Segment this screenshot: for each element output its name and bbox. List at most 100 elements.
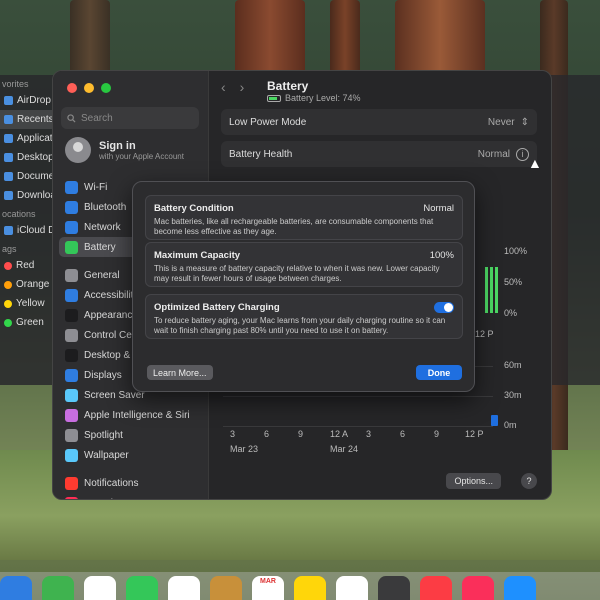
low-power-mode-select[interactable]: Never ⇕	[488, 117, 529, 128]
dock-app-icon[interactable]	[504, 576, 536, 600]
tag-dot-icon	[4, 280, 12, 289]
battery-condition-card: Battery Condition Normal Mac batteries, …	[145, 195, 463, 240]
dock-app-icon[interactable]	[294, 576, 326, 600]
sidebar-item-label: Battery	[84, 241, 116, 253]
pct-label-0: 0%	[504, 308, 518, 318]
zoom-button[interactable]	[101, 83, 111, 93]
wifi-icon	[65, 180, 78, 194]
sidebar-item-wallpaper[interactable]: Wallpaper	[59, 445, 203, 465]
sidebar-item-label: Wallpaper	[84, 449, 129, 461]
battery-health-label: Battery Health	[229, 148, 293, 160]
finder-tag-item[interactable]: Orange	[0, 275, 60, 294]
level-bar	[495, 267, 498, 313]
time-label-60m: 60m	[504, 360, 522, 370]
sidebar-item-apple-intelligence-siri[interactable]: Apple Intelligence & Siri	[59, 405, 203, 425]
dock-app-icon[interactable]	[168, 576, 200, 600]
sign-in-item[interactable]: Sign in with your Apple Account	[65, 137, 184, 163]
pct-label-50: 50%	[504, 277, 523, 287]
learn-more-button[interactable]: Learn More...	[147, 365, 213, 380]
grid-line	[223, 426, 493, 427]
dock-app-icon[interactable]	[336, 576, 368, 600]
sidebar-item-label: Apple Intelligence & Siri	[84, 409, 190, 421]
maximum-capacity-card: Maximum Capacity 100% This is a measure …	[145, 242, 463, 287]
sign-in-title: Sign in	[99, 139, 136, 152]
finder-tag-item[interactable]: Yellow	[0, 294, 60, 313]
finder-item[interactable]: AirDrop	[0, 91, 60, 110]
x-label: 3	[366, 429, 372, 439]
search-input[interactable]: Search	[61, 107, 199, 129]
battery-condition-value: Normal	[423, 203, 454, 214]
notifications-icon	[65, 476, 78, 490]
sidebar-item-spotlight[interactable]: Spotlight	[59, 425, 203, 445]
finder-item[interactable]: Download	[0, 186, 60, 205]
folder-icon	[4, 191, 13, 200]
finder-item-label: Yellow	[16, 298, 45, 309]
close-button[interactable]	[67, 83, 77, 93]
options-button[interactable]: Options...	[446, 473, 501, 489]
time-label-30m: 30m	[504, 390, 522, 400]
dock-app-icon[interactable]	[42, 576, 74, 600]
battery-icon	[65, 240, 78, 254]
dock-app-icon[interactable]	[462, 576, 494, 600]
dock-app-icon[interactable]	[0, 576, 32, 600]
dock-app-icon[interactable]	[210, 576, 242, 600]
grid-line	[223, 396, 493, 397]
finder-tag-item[interactable]: Red	[0, 256, 60, 275]
displays-icon	[65, 368, 78, 382]
sidebar-item-notifications[interactable]: Notifications	[59, 473, 203, 493]
back-arrow-icon[interactable]: ‹	[221, 79, 226, 95]
low-power-mode-label: Low Power Mode	[229, 116, 307, 128]
battery-level-text: Battery Level: 74%	[285, 93, 361, 103]
battery-condition-description: Mac batteries, like all rechargeable bat…	[154, 217, 434, 236]
finder-tag-item[interactable]: Green	[0, 313, 60, 332]
forward-arrow-icon[interactable]: ›	[240, 79, 245, 95]
tag-dot-icon	[4, 299, 12, 308]
appearance-icon	[65, 308, 78, 322]
dock-calendar-icon[interactable]: MAR	[252, 576, 284, 600]
finder-section-tags: ags	[2, 244, 17, 254]
sidebar-item-label: Spotlight	[84, 429, 123, 441]
help-button[interactable]: ?	[521, 473, 537, 489]
finder-item[interactable]: Desktop	[0, 148, 60, 167]
finder-item[interactable]: iCloud Driv	[0, 221, 60, 240]
dock-app-icon[interactable]	[420, 576, 452, 600]
folder-icon	[4, 96, 13, 105]
optimized-charging-title: Optimized Battery Charging	[154, 302, 280, 313]
battery-health-dialog: Battery Condition Normal Mac batteries, …	[132, 181, 475, 392]
sidebar-item-label: Screen Saver	[84, 389, 145, 401]
optimized-charging-toggle[interactable]	[434, 302, 454, 313]
gear-icon	[65, 268, 78, 282]
dock-app-icon[interactable]	[378, 576, 410, 600]
finder-section-locations: ocations	[2, 209, 36, 219]
dock-app-icon[interactable]	[84, 576, 116, 600]
time-label-0m: 0m	[504, 420, 517, 430]
sidebar-item-label: Displays	[84, 369, 122, 381]
sidebar-item-label: Wi-Fi	[84, 181, 108, 193]
low-power-mode-row[interactable]: Low Power Mode Never ⇕	[221, 109, 537, 135]
calendar-month: MAR	[260, 578, 276, 585]
done-button[interactable]: Done	[416, 365, 462, 380]
battery-icon	[267, 94, 281, 102]
date-label: Mar 23	[230, 444, 259, 454]
x-label: 3	[230, 429, 236, 439]
sidebar-item-label: Accessibility	[84, 289, 139, 301]
spotlight-icon	[65, 428, 78, 442]
finder-item[interactable]: Recents	[0, 110, 60, 129]
control-centre-icon	[65, 328, 78, 342]
avatar	[65, 137, 91, 163]
page-title: Battery	[267, 79, 309, 93]
dock-app-icon[interactable]	[126, 576, 158, 600]
dock: MAR	[0, 572, 600, 600]
minimize-button[interactable]	[84, 83, 94, 93]
sidebar-item-sound[interactable]: Sound	[59, 493, 203, 499]
sign-in-subtitle: with your Apple Account	[99, 151, 184, 161]
finder-item-label: Orange	[16, 279, 50, 290]
level-bar	[490, 267, 493, 313]
finder-item[interactable]: Applicatio	[0, 129, 60, 148]
finder-item-label: Recents	[17, 114, 54, 125]
finder-item-label: Green	[16, 317, 44, 328]
finder-item[interactable]: Document	[0, 167, 60, 186]
finder-item-label: Red	[16, 260, 35, 271]
x-label: 6	[400, 429, 406, 439]
x-label: 12 A	[330, 429, 349, 439]
